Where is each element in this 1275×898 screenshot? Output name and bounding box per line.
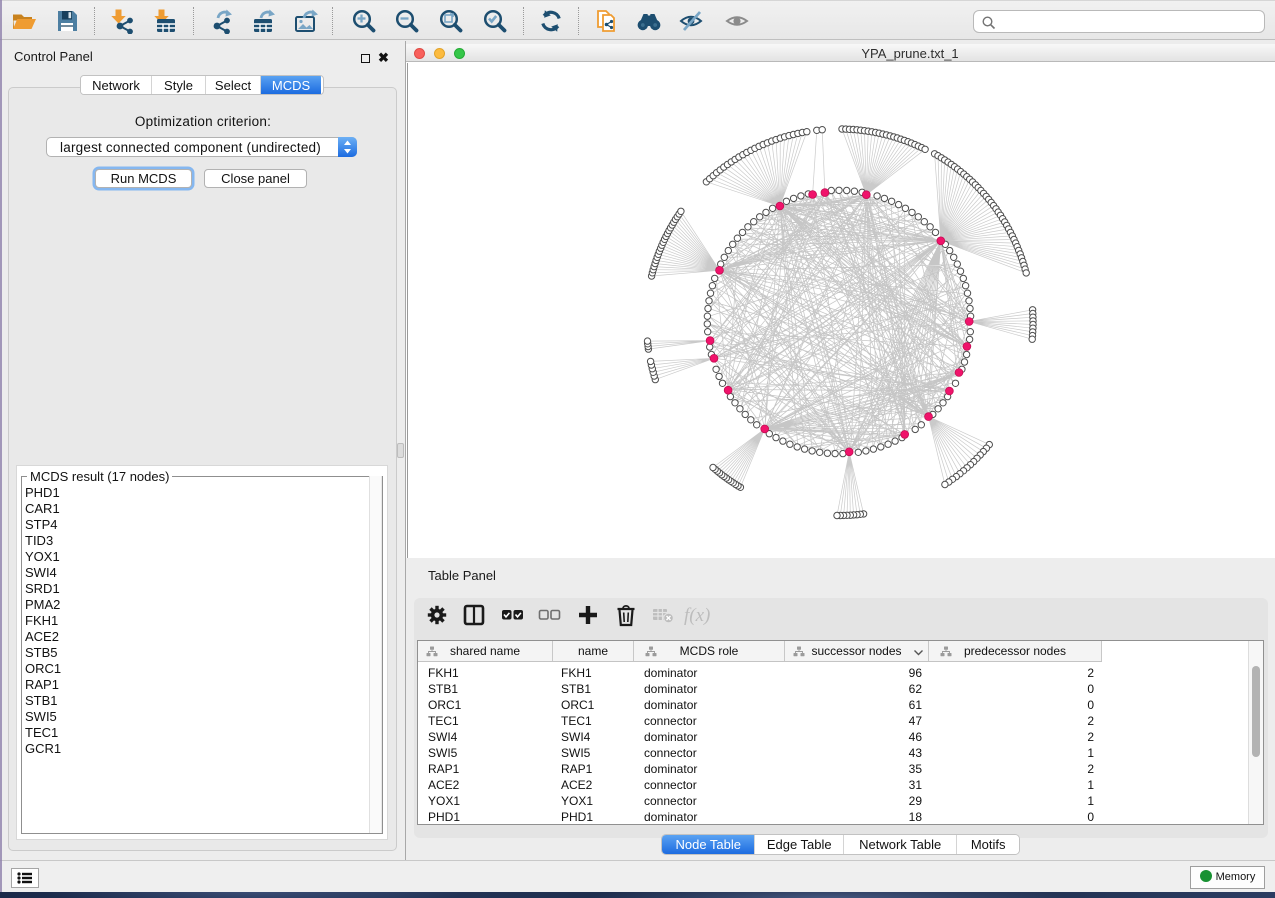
svg-text:f(x): f(x)	[684, 605, 710, 626]
